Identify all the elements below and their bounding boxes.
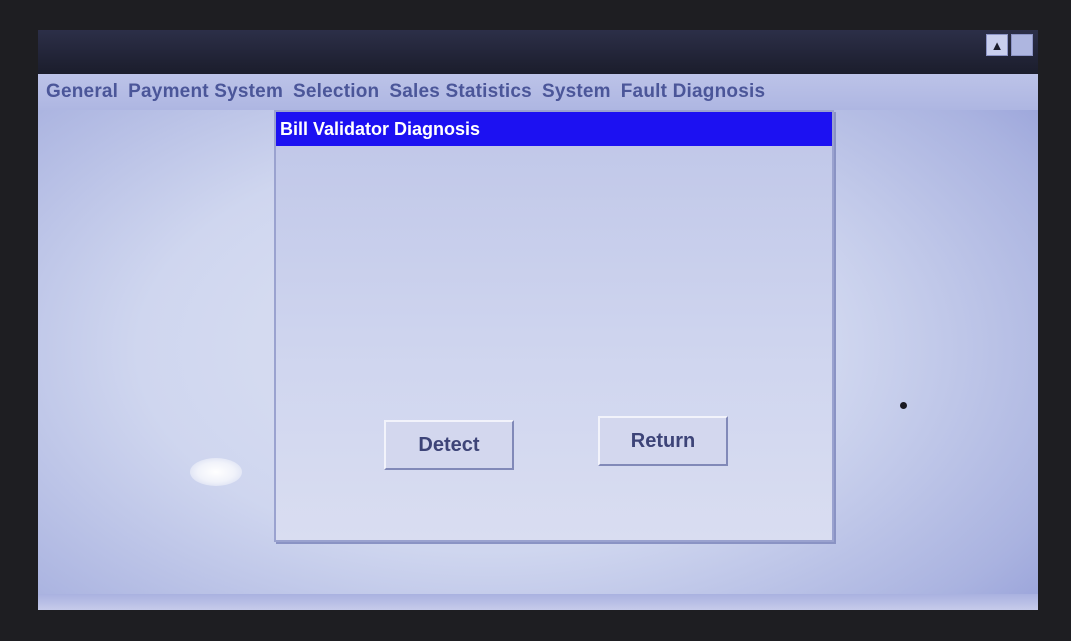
dialog-title: Bill Validator Diagnosis <box>276 112 832 146</box>
menu-bar: General Payment System Selection Sales S… <box>38 74 1038 110</box>
menu-fault-diagnosis[interactable]: Fault Diagnosis <box>621 81 765 103</box>
bottom-strip <box>38 594 1038 610</box>
menu-payment-system[interactable]: Payment System <box>128 81 283 103</box>
triangle-up-icon: ▲ <box>990 37 1004 53</box>
window-control-button[interactable] <box>1011 34 1033 56</box>
window-title-bar: ▲ <box>38 30 1038 74</box>
menu-system[interactable]: System <box>542 81 611 103</box>
menu-general[interactable]: General <box>46 81 118 103</box>
detect-button[interactable]: Detect <box>384 420 514 470</box>
menu-sales-statistics[interactable]: Sales Statistics <box>389 81 532 103</box>
scroll-up-button[interactable]: ▲ <box>986 34 1008 56</box>
screen: ▲ General Payment System Selection Sales… <box>38 30 1038 610</box>
return-button[interactable]: Return <box>598 416 728 466</box>
screen-glare <box>190 458 242 486</box>
menu-selection[interactable]: Selection <box>293 81 379 103</box>
screen-speck <box>900 402 907 409</box>
bill-validator-dialog: Bill Validator Diagnosis Detect Return <box>274 110 834 542</box>
